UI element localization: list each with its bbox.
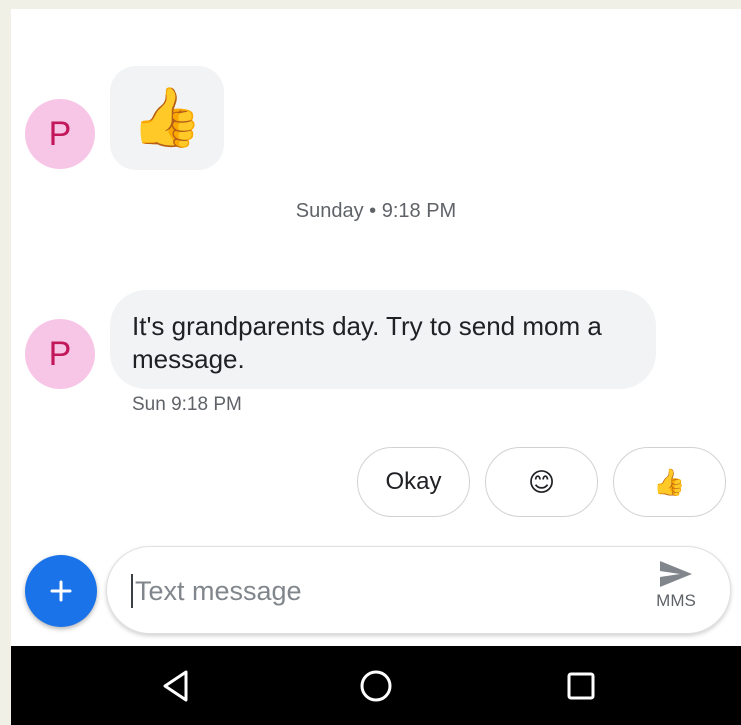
avatar-initial: P bbox=[48, 114, 72, 153]
smile-emoji: 😊 bbox=[527, 466, 556, 497]
back-icon bbox=[163, 670, 188, 702]
messages-screen: P 👍 Sunday • 9:18 PM P It's grandparents… bbox=[11, 9, 741, 725]
message-text: It's grandparents day. Try to send mom a… bbox=[132, 311, 602, 374]
message-input[interactable] bbox=[131, 574, 617, 608]
nav-recents-button[interactable] bbox=[561, 666, 601, 706]
thumbs-up-emoji: 👍 bbox=[653, 466, 686, 497]
send-mode-label: MMS bbox=[656, 591, 696, 610]
emoji-message-bubble[interactable]: 👍 bbox=[110, 66, 224, 170]
nav-home-button[interactable] bbox=[356, 666, 396, 706]
smart-reply-thumbs-up[interactable]: 👍 bbox=[613, 447, 726, 517]
send-icon bbox=[660, 561, 692, 587]
recents-icon bbox=[567, 672, 595, 700]
system-navigation-bar bbox=[11, 646, 741, 725]
text-message-bubble[interactable]: It's grandparents day. Try to send mom a… bbox=[110, 290, 656, 389]
smart-reply-label: Okay bbox=[385, 468, 442, 495]
send-button[interactable]: MMS bbox=[646, 559, 706, 621]
avatar-initial: P bbox=[48, 334, 72, 373]
thumbs-up-emoji: 👍 bbox=[130, 85, 204, 150]
add-attachment-button[interactable] bbox=[25, 555, 97, 627]
nav-back-button[interactable] bbox=[156, 666, 196, 706]
sender-avatar[interactable]: P bbox=[25, 319, 95, 389]
smart-reply-okay[interactable]: Okay bbox=[357, 447, 470, 517]
compose-bar: MMS bbox=[106, 546, 731, 634]
smart-reply-smile[interactable]: 😊 bbox=[485, 447, 598, 517]
sender-avatar[interactable]: P bbox=[25, 99, 95, 169]
date-separator: Sunday • 9:18 PM bbox=[295, 200, 457, 222]
message-timestamp: Sun 9:18 PM bbox=[132, 394, 242, 415]
home-icon bbox=[360, 670, 392, 702]
plus-icon bbox=[50, 580, 72, 602]
